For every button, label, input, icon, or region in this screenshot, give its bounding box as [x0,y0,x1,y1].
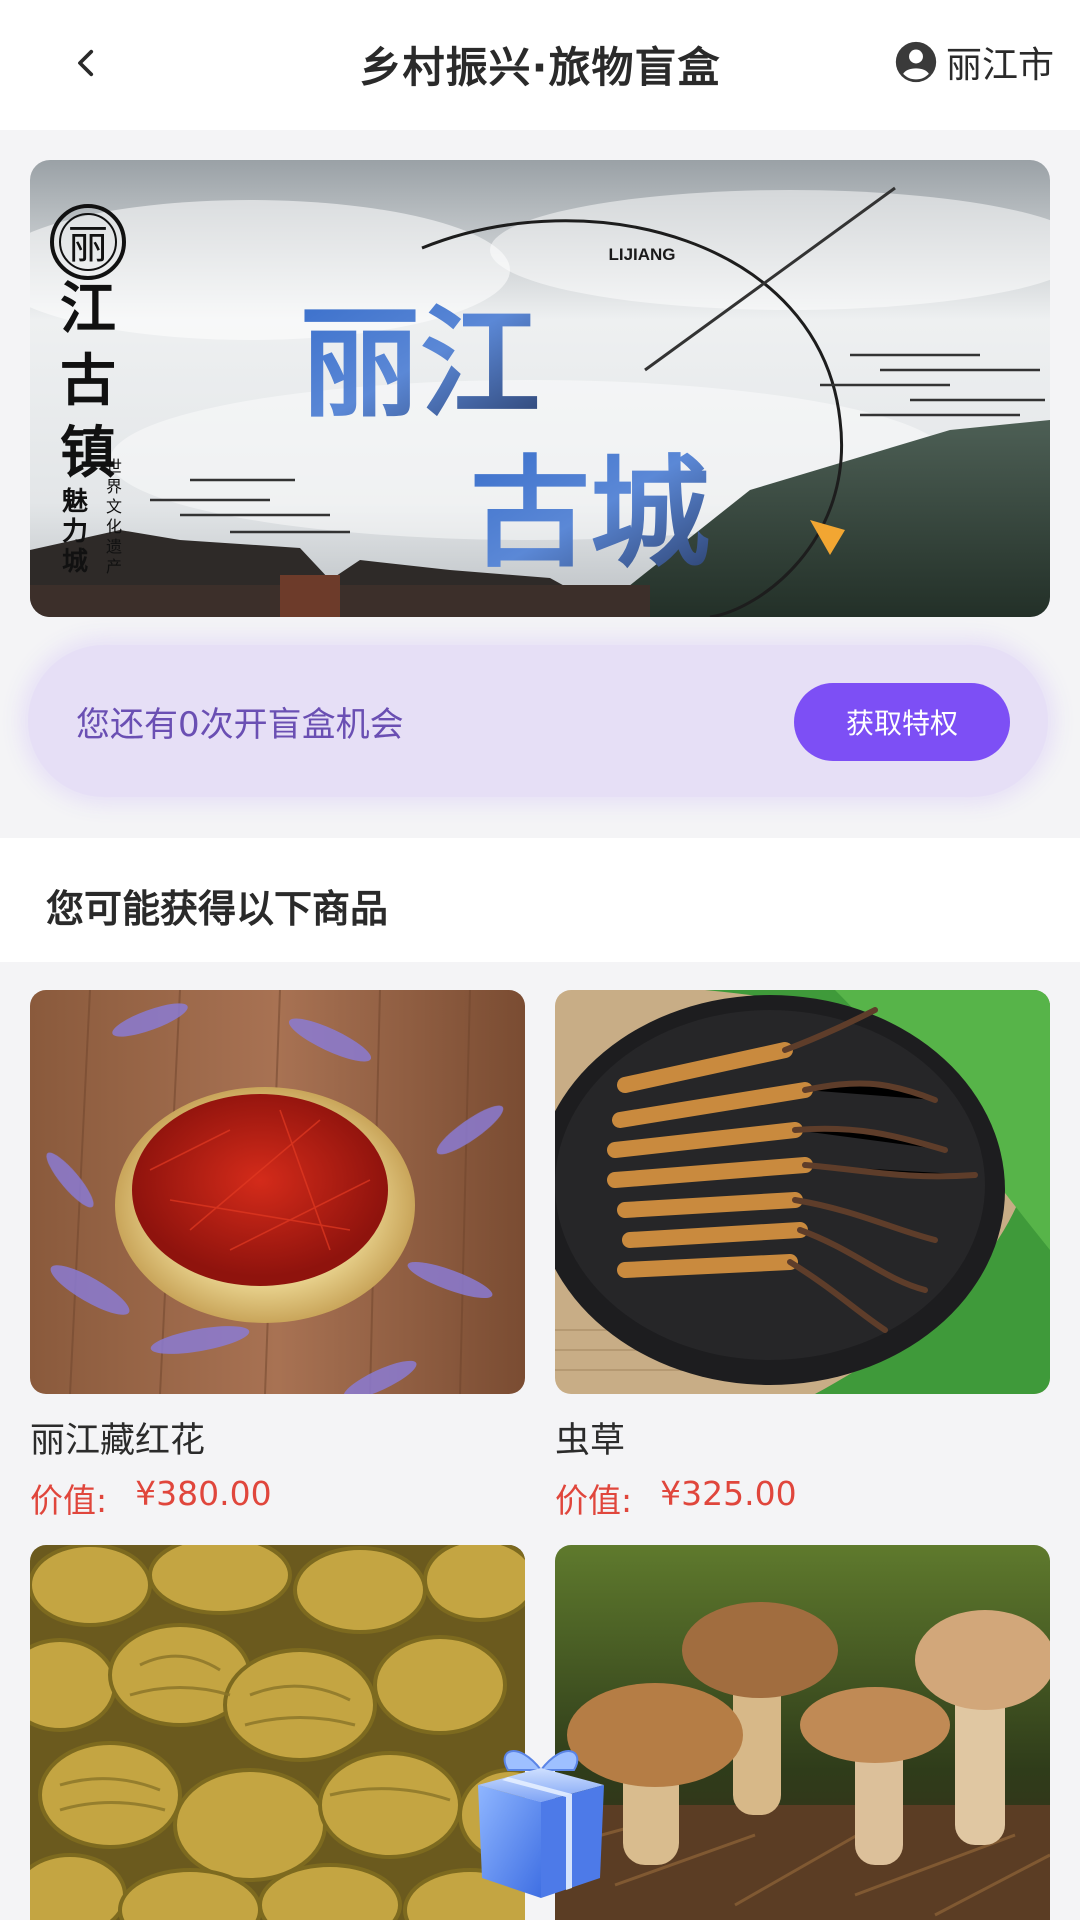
blind-box-chance-card: 您还有0次开盲盒机会 获取特权 [28,645,1048,797]
product-price: 价值: ¥380.00 [30,1474,525,1522]
price-label: 价值: [555,1481,633,1520]
banner-headline-2: 古城 [470,443,710,584]
product-price: 价值: ¥325.00 [555,1474,1050,1522]
products-section-header: 您可能获得以下商品 [0,838,1080,962]
price-label: 价值: [30,1481,108,1520]
banner-carousel[interactable]: 丽 江 古 镇 魅 力 城 世 界 文 化 遗 产 LIJIANG 丽江 古城 [30,160,1050,617]
app-header: 乡村振兴·旅物盲盒 丽江市 [0,0,1080,130]
location-label: 丽江市 [945,45,1054,86]
location-selector[interactable]: 丽江市 [894,36,1054,88]
gift-box-floating-button[interactable] [468,1740,614,1900]
get-privilege-button[interactable]: 获取特权 [794,683,1010,761]
product-image-mushroom [555,1545,1050,1920]
product-name: 虫草 [555,1421,626,1461]
product-card[interactable]: 丽江藏红花 价值: ¥380.00 [30,990,525,1522]
price-value: ¥380.00 [135,1474,272,1513]
product-image-dendrobium [30,1545,525,1920]
product-name: 丽江藏红花 [30,1421,206,1461]
product-card[interactable] [30,1545,525,1920]
banner-headline-1: 丽江 [300,293,540,434]
brand-circle-text: 丽 [68,222,108,268]
product-card[interactable]: 虫草 价值: ¥325.00 [555,990,1050,1522]
user-avatar-icon [895,41,937,83]
product-image-cordyceps [555,990,1050,1394]
price-value: ¥325.00 [660,1474,797,1513]
chance-text: 您还有0次开盲盒机会 [76,705,404,745]
product-image-saffron [30,990,525,1394]
product-card[interactable] [555,1545,1050,1920]
banner-image: 丽 江 古 镇 魅 力 城 世 界 文 化 遗 产 LIJIANG 丽江 古城 [30,160,1050,617]
gift-box-icon [478,1750,604,1898]
banner-tag: LIJIANG [608,245,675,264]
section-title: 您可能获得以下商品 [46,887,389,931]
